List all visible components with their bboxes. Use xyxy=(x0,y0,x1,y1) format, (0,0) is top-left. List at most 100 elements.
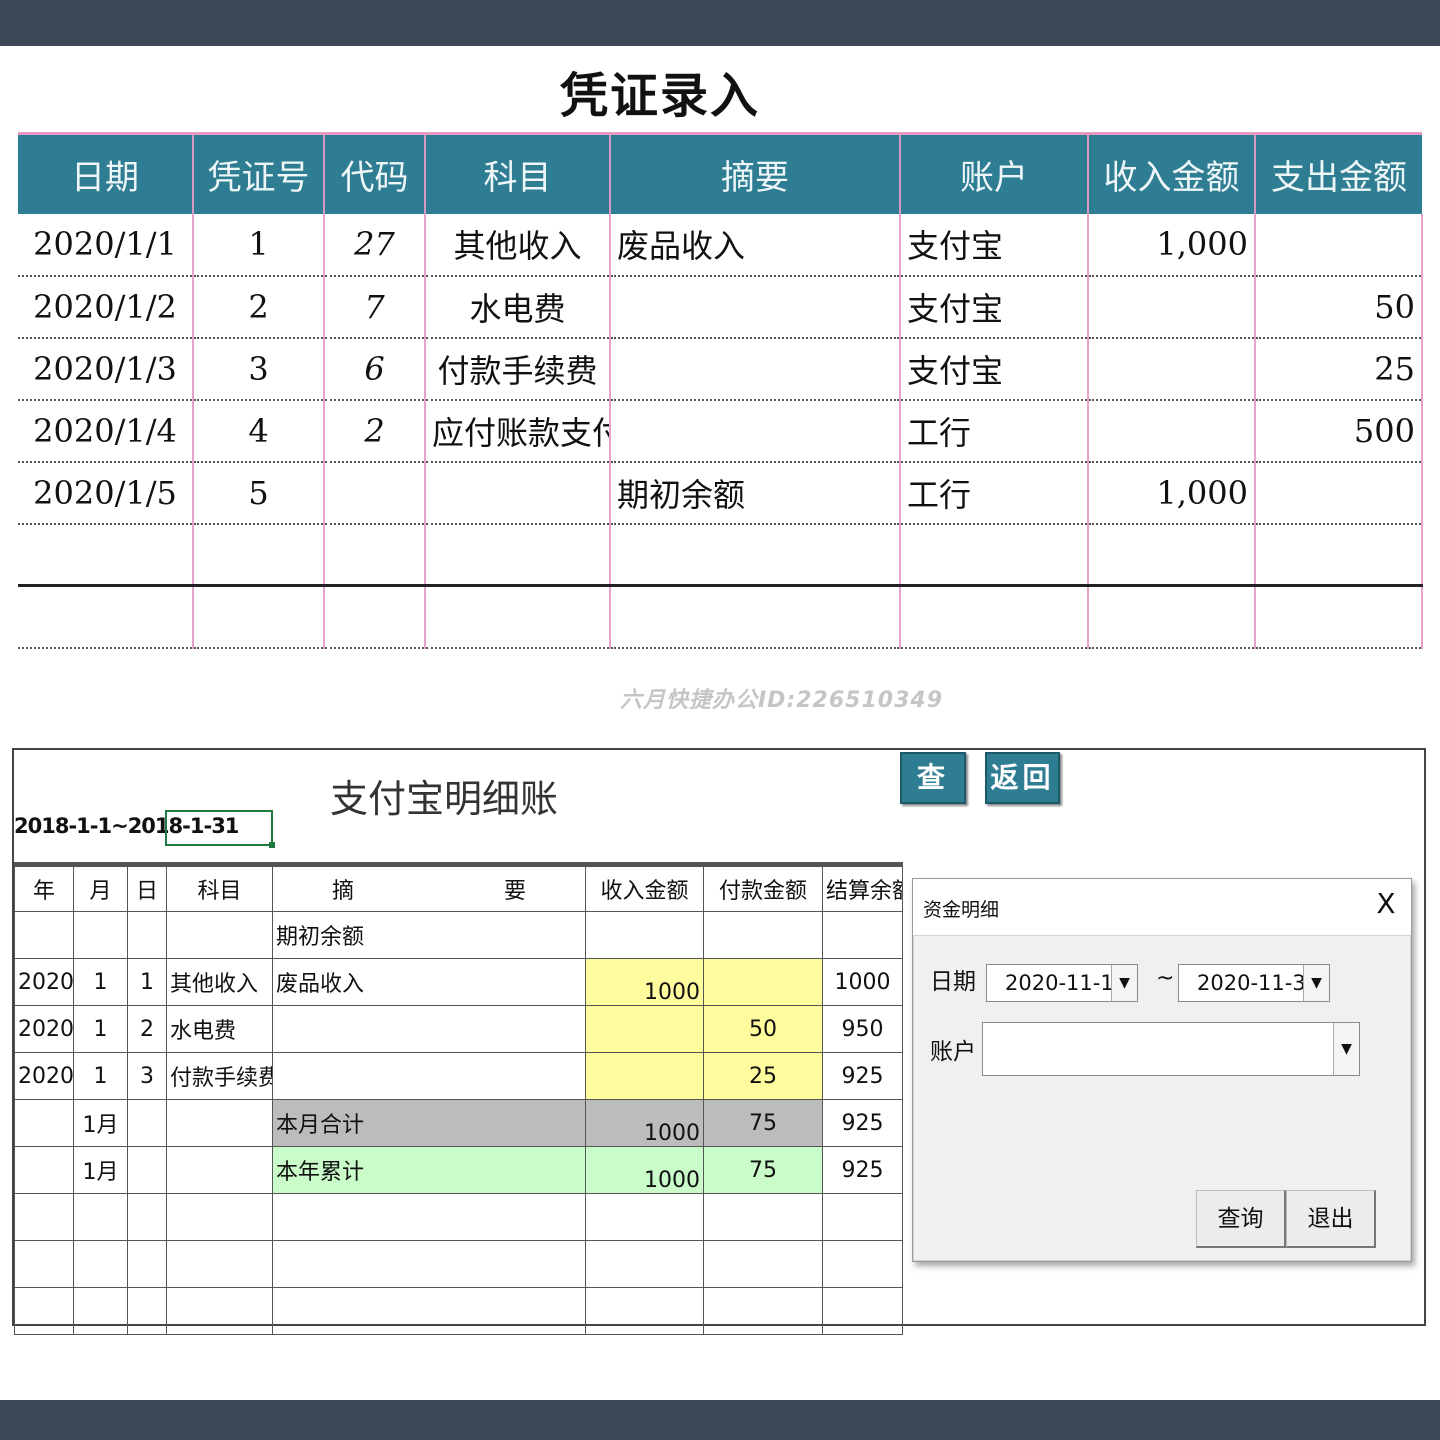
cell[interactable] xyxy=(166,1193,273,1241)
cell-voucher-no[interactable]: 3 xyxy=(192,337,324,401)
cell[interactable] xyxy=(822,1193,903,1241)
cell-balance[interactable]: 950 xyxy=(822,1005,903,1053)
empty-cell[interactable] xyxy=(424,585,610,649)
cell[interactable] xyxy=(166,911,273,959)
cell-code[interactable]: 27 xyxy=(323,213,425,277)
cell-income[interactable]: 1,000 xyxy=(1087,213,1255,277)
cell-month[interactable]: 1月 xyxy=(73,1146,128,1194)
empty-cell[interactable] xyxy=(1254,523,1423,587)
cell[interactable] xyxy=(703,1193,823,1241)
cell-expense[interactable]: 50 xyxy=(1254,275,1423,339)
cell[interactable] xyxy=(822,1287,903,1335)
cell-account[interactable]: 支付宝 xyxy=(899,213,1088,277)
cell[interactable] xyxy=(14,911,74,959)
cell-subject[interactable]: 水电费 xyxy=(166,1005,273,1053)
cell-summary[interactable] xyxy=(272,1005,586,1053)
ledger-query-button[interactable]: 查询 xyxy=(900,752,966,842)
cell[interactable] xyxy=(272,1193,586,1241)
cell-income[interactable]: 1000 xyxy=(585,1099,704,1147)
ledger-back-button[interactable]: 返回 xyxy=(985,752,1060,804)
cell[interactable] xyxy=(14,1287,74,1335)
cell[interactable] xyxy=(585,1240,704,1288)
cell[interactable] xyxy=(585,911,704,959)
cell-month[interactable]: 1月 xyxy=(73,1099,128,1147)
cell-account[interactable]: 工行 xyxy=(899,461,1088,525)
empty-cell[interactable] xyxy=(899,523,1088,587)
empty-cell[interactable] xyxy=(899,585,1088,649)
cell-voucher-no[interactable]: 4 xyxy=(192,399,324,463)
cell-summary[interactable]: 本月合计 xyxy=(272,1099,586,1147)
cell-income[interactable]: 1000 xyxy=(585,1146,704,1194)
cell-summary[interactable] xyxy=(609,399,900,463)
dialog-exit-button[interactable]: 退出 xyxy=(1286,1190,1376,1248)
chevron-down-icon[interactable]: ▼ xyxy=(1111,965,1137,1001)
cell-summary[interactable]: 期初余额 xyxy=(609,461,900,525)
cell-month[interactable]: 1 xyxy=(73,958,128,1006)
cell-income[interactable] xyxy=(1087,337,1255,401)
cell[interactable] xyxy=(585,1287,704,1335)
cell-subject[interactable] xyxy=(424,461,610,525)
cell-voucher-no[interactable]: 2 xyxy=(192,275,324,339)
cell[interactable] xyxy=(127,1099,167,1147)
dialog-query-button[interactable]: 查询 xyxy=(1196,1190,1286,1248)
cell-day[interactable]: 3 xyxy=(127,1052,167,1100)
cell-voucher-no[interactable]: 5 xyxy=(192,461,324,525)
empty-cell[interactable] xyxy=(192,523,324,587)
cell-summary[interactable]: 期初余额 xyxy=(272,911,586,959)
cell-income[interactable] xyxy=(1087,399,1255,463)
cell-month[interactable]: 1 xyxy=(73,1005,128,1053)
cell[interactable] xyxy=(822,1240,903,1288)
cell-day[interactable]: 2 xyxy=(127,1005,167,1053)
cell[interactable] xyxy=(73,911,128,959)
cell[interactable] xyxy=(272,1287,586,1335)
chevron-down-icon[interactable]: ▼ xyxy=(1303,965,1329,1001)
cell[interactable] xyxy=(73,1193,128,1241)
cell-day[interactable]: 1 xyxy=(127,958,167,1006)
empty-cell[interactable] xyxy=(1254,585,1423,649)
cell-year[interactable]: 2020 xyxy=(14,958,74,1006)
cell-code[interactable]: 7 xyxy=(323,275,425,339)
cell-summary[interactable]: 废品收入 xyxy=(609,213,900,277)
cell-balance[interactable]: 925 xyxy=(822,1052,903,1100)
cell-summary[interactable]: 本年累计 xyxy=(272,1146,586,1194)
chevron-down-icon[interactable]: ▼ xyxy=(1333,1023,1359,1075)
cell-summary[interactable] xyxy=(609,337,900,401)
empty-cell[interactable] xyxy=(1087,585,1255,649)
cell[interactable] xyxy=(14,1099,74,1147)
cell-account[interactable]: 支付宝 xyxy=(899,337,1088,401)
cell-date[interactable]: 2020/1/3 xyxy=(18,337,193,401)
cell-date[interactable]: 2020/1/2 xyxy=(18,275,193,339)
cell-month[interactable]: 1 xyxy=(73,1052,128,1100)
cell[interactable] xyxy=(127,911,167,959)
cell-income[interactable] xyxy=(1087,275,1255,339)
cell-date[interactable]: 2020/1/1 xyxy=(18,213,193,277)
empty-cell[interactable] xyxy=(609,523,900,587)
cell-account[interactable]: 支付宝 xyxy=(899,275,1088,339)
cell-date[interactable]: 2020/1/5 xyxy=(18,461,193,525)
cell[interactable] xyxy=(272,1240,586,1288)
empty-cell[interactable] xyxy=(18,585,193,649)
selected-cell[interactable] xyxy=(165,810,275,848)
cell-expense[interactable] xyxy=(1254,461,1423,525)
cell-account[interactable]: 工行 xyxy=(899,399,1088,463)
cell-code[interactable]: 2 xyxy=(323,399,425,463)
cell-payment[interactable]: 50 xyxy=(703,1005,823,1053)
cell-code[interactable]: 6 xyxy=(323,337,425,401)
cell[interactable] xyxy=(127,1287,167,1335)
close-icon[interactable]: X xyxy=(1371,887,1401,923)
cell-balance[interactable]: 925 xyxy=(822,1099,903,1147)
cell[interactable] xyxy=(166,1287,273,1335)
cell-year[interactable]: 2020 xyxy=(14,1052,74,1100)
cell[interactable] xyxy=(14,1146,74,1194)
cell-subject[interactable]: 付款手续费 xyxy=(424,337,610,401)
cell[interactable] xyxy=(166,1240,273,1288)
cell-income[interactable] xyxy=(585,1005,704,1053)
empty-cell[interactable] xyxy=(1087,523,1255,587)
cell-subject[interactable]: 水电费 xyxy=(424,275,610,339)
cell-subject[interactable]: 其他收入 xyxy=(166,958,273,1006)
cell-income[interactable] xyxy=(585,1052,704,1100)
account-combo[interactable]: ▼ xyxy=(982,1022,1360,1076)
cell-balance[interactable]: 1000 xyxy=(822,958,903,1006)
cell-date[interactable]: 2020/1/4 xyxy=(18,399,193,463)
empty-cell[interactable] xyxy=(323,523,425,587)
